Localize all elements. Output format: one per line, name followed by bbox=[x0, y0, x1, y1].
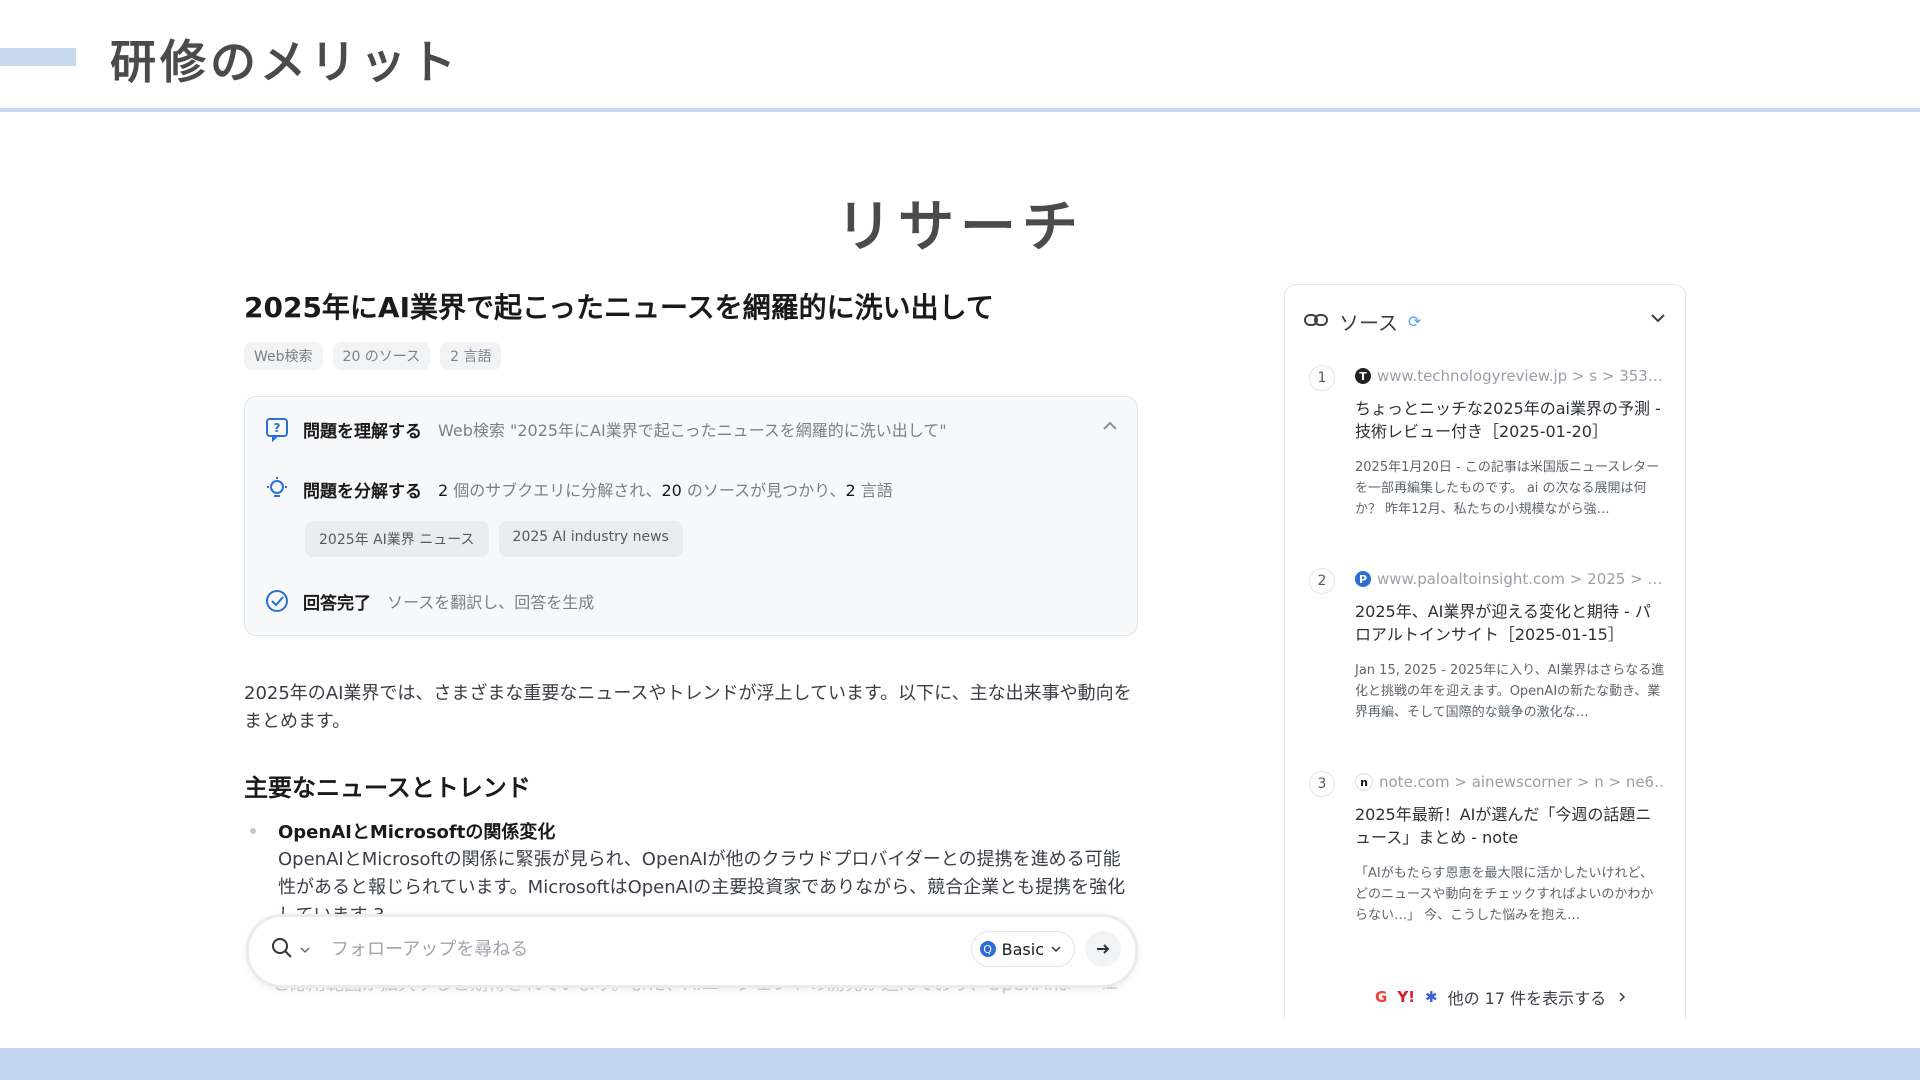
source-number: 3 bbox=[1309, 771, 1335, 797]
search-mode-toggle[interactable] bbox=[271, 937, 311, 963]
source-title: 2025年最新！AIが選んだ「今週の話題ニュース」まとめ - note bbox=[1355, 805, 1652, 847]
step-done: 回答完了 ソースを翻訳し、回答を生成 bbox=[263, 587, 594, 615]
tag-languages: 2 言語 bbox=[440, 342, 502, 370]
source-title: 2025年、AI業界が迎える変化と期待 - パロアルトインサイト［2025-01… bbox=[1355, 602, 1651, 644]
header-divider bbox=[0, 108, 1920, 112]
sources-title: ソース bbox=[1339, 311, 1398, 335]
mode-selector[interactable]: Q Basic bbox=[970, 931, 1075, 967]
google-logo-icon: G bbox=[1375, 988, 1388, 1006]
subquery-chip[interactable]: 2025 AI industry news bbox=[498, 521, 683, 557]
tag-web-search: Web検索 bbox=[244, 342, 323, 370]
step-detail: 2 個のサブクエリに分解され、20 のソースが見つかり、2 言語 bbox=[438, 481, 893, 500]
source-number: 2 bbox=[1309, 568, 1335, 594]
answer-heading: 主要なニュースとトレンド bbox=[244, 774, 531, 802]
query-title: 2025年にAI業界で起こったニュースを網羅的に洗い出して bbox=[244, 291, 994, 324]
search-icon bbox=[271, 937, 293, 963]
step-label: 回答完了 bbox=[303, 593, 371, 614]
followup-bar: Q Basic bbox=[246, 914, 1138, 988]
bullet-title: OpenAIとMicrosoftの関係変化 bbox=[278, 822, 556, 843]
show-more-label: 他の 17 件を表示する bbox=[1447, 989, 1607, 1008]
mode-logo-icon: Q bbox=[979, 941, 996, 957]
show-more-sources[interactable]: G Y! ✱ 他の 17 件を表示する bbox=[1375, 985, 1628, 1009]
answer-intro: 2025年のAI業界では、さまざまな重要なニュースやトレンドが浮上しています。以… bbox=[244, 683, 1132, 732]
mode-label: Basic bbox=[1001, 939, 1044, 959]
step-understand: ? 問題を理解する Web検索 "2025年にAI業界で起こったニュースを網羅的… bbox=[263, 415, 947, 443]
slide-title: 研修のメリット bbox=[110, 35, 460, 89]
question-bubble-icon: ? bbox=[263, 415, 291, 443]
followup-input[interactable] bbox=[329, 933, 893, 965]
link-icon bbox=[1303, 310, 1329, 334]
lightbulb-icon bbox=[263, 475, 291, 503]
source-url: Pwww.paloaltoinsight.com > 2025 > … bbox=[1355, 570, 1665, 588]
chevron-down-icon bbox=[1050, 940, 1062, 959]
source-url: Twww.technologyreview.jp > s > 353… bbox=[1355, 367, 1665, 385]
tag-sources: 20 のソース bbox=[332, 342, 431, 370]
paloaltoinsight-favicon-icon: P bbox=[1355, 571, 1371, 587]
chevron-down-icon[interactable] bbox=[1649, 309, 1667, 331]
subquery-chip[interactable]: 2025年 AI業界 ニュース bbox=[305, 521, 489, 557]
research-steps-panel: ? 問題を理解する Web検索 "2025年にAI業界で起こったニュースを網羅的… bbox=[244, 396, 1138, 636]
step-detail: ソースを翻訳し、回答を生成 bbox=[387, 593, 595, 612]
sources-header: ソース ⟳ bbox=[1303, 307, 1421, 336]
step-label: 問題を分解する bbox=[303, 481, 422, 502]
title-accent-bar bbox=[0, 48, 76, 66]
source-title: ちょっとニッチな2025年のai業界の予測 - 技術レビュー付き［2025-01… bbox=[1355, 399, 1661, 441]
step-detail: Web検索 "2025年にAI業界で起こったニュースを網羅的に洗い出して" bbox=[438, 421, 947, 440]
site-logo-icon: ✱ bbox=[1425, 988, 1438, 1006]
answer-pane: 2025年にAI業界で起こったニュースを網羅的に洗い出して Web検索 20 の… bbox=[240, 280, 1140, 1020]
section-title: リサーチ bbox=[836, 195, 1084, 260]
arrow-right-icon bbox=[1097, 944, 1110, 954]
source-snippet: 「AIがもたらす恩恵を最大限に活かしたいけれど、どのニュースや動向をチェックすれ… bbox=[1355, 866, 1654, 923]
source-snippet: 2025年1月20日 - この記事は米国版ニュースレターを一部再編集したものです… bbox=[1355, 460, 1660, 517]
research-screenshot: 2025年にAI業界で起こったニュースを網羅的に洗い出して Web検索 20 の… bbox=[240, 280, 1690, 1020]
note-favicon-icon: n bbox=[1355, 773, 1373, 791]
bullet-dot bbox=[250, 828, 256, 834]
footer-band bbox=[0, 1048, 1920, 1080]
step-decompose: 問題を分解する 2 個のサブクエリに分解され、20 のソースが見つかり、2 言語 bbox=[263, 475, 893, 503]
svg-text:?: ? bbox=[274, 421, 281, 435]
yahoo-logo-icon: Y! bbox=[1397, 988, 1416, 1006]
send-button[interactable] bbox=[1085, 931, 1121, 967]
check-circle-icon bbox=[263, 587, 291, 615]
source-url: n note.com > ainewscorner > n > ne6… bbox=[1355, 773, 1665, 791]
chevron-up-icon[interactable] bbox=[1101, 417, 1119, 439]
sources-panel: ソース ⟳ 1 Twww.technologyreview.jp > s > 3… bbox=[1284, 284, 1686, 1020]
technologyreview-favicon-icon: T bbox=[1355, 368, 1371, 384]
source-number: 1 bbox=[1309, 365, 1335, 391]
query-tags: Web検索 20 のソース 2 言語 bbox=[244, 342, 502, 370]
step-label: 問題を理解する bbox=[303, 421, 422, 442]
chevron-right-icon bbox=[1616, 988, 1628, 1007]
translate-icon: ⟳ bbox=[1408, 312, 1422, 331]
chevron-down-icon bbox=[299, 941, 311, 960]
subquery-chips: 2025年 AI業界 ニュース 2025 AI industry news bbox=[305, 521, 683, 557]
source-snippet: Jan 15, 2025 - 2025年に入り、AI業界はさらなる進化と挑戦の年… bbox=[1355, 663, 1665, 720]
